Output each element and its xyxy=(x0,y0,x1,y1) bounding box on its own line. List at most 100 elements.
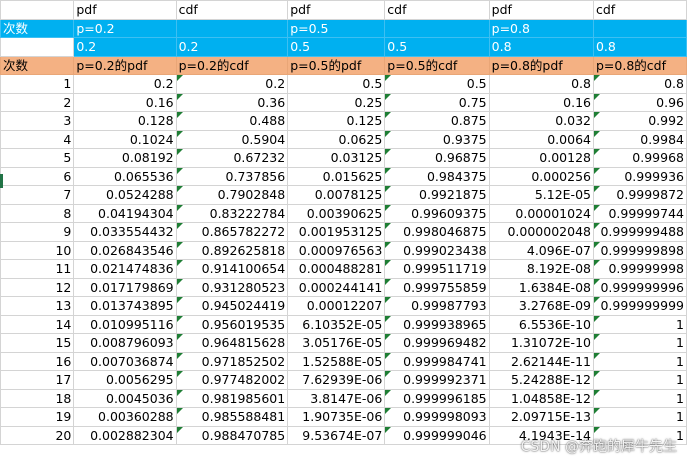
cell[interactable]: 16 xyxy=(0,351,75,371)
cell[interactable]: 0.945024419 xyxy=(175,296,289,316)
cell[interactable]: pdf xyxy=(488,0,594,20)
cell[interactable]: p=0.5 xyxy=(287,18,386,38)
cell[interactable]: 0.2 xyxy=(73,74,177,94)
cell[interactable]: 19 xyxy=(0,407,75,427)
cell[interactable]: 0.914100654 xyxy=(175,259,289,279)
cell[interactable]: 0.000256 xyxy=(488,166,594,186)
cell[interactable]: 0.99968 xyxy=(592,148,687,168)
cell[interactable]: 1 xyxy=(592,388,687,408)
cell[interactable]: 5 xyxy=(0,148,75,168)
cell[interactable]: 0.981985601 xyxy=(175,388,289,408)
cell[interactable]: p=0.2 xyxy=(73,18,177,38)
cell[interactable]: 0.032 xyxy=(488,111,594,131)
cell[interactable]: 1 xyxy=(592,370,687,390)
cell[interactable]: 3.8147E-06 xyxy=(287,388,386,408)
cell[interactable]: 0.99609375 xyxy=(384,203,490,223)
cell[interactable]: 15 xyxy=(0,333,75,353)
cell[interactable]: 1.52588E-05 xyxy=(287,351,386,371)
cell[interactable]: 0.00390625 xyxy=(287,203,386,223)
cell[interactable]: 1 xyxy=(592,407,687,427)
cell[interactable]: 2 xyxy=(0,92,75,112)
cell[interactable]: 0.892625818 xyxy=(175,240,289,260)
cell[interactable]: 0.99987793 xyxy=(384,296,490,316)
cell[interactable]: 0.8 xyxy=(488,74,594,94)
cell[interactable]: 0.988470785 xyxy=(175,425,289,445)
cell[interactable]: 0.0078125 xyxy=(287,185,386,205)
cell[interactable]: 1.90735E-06 xyxy=(287,407,386,427)
cell[interactable]: 0.033554432 xyxy=(73,222,177,242)
cell[interactable]: 0.999511719 xyxy=(384,259,490,279)
cell[interactable]: 0.065536 xyxy=(73,166,177,186)
cell[interactable]: 0.008796093 xyxy=(73,333,177,353)
cell[interactable]: 0.0524288 xyxy=(73,185,177,205)
cell[interactable]: 0.488 xyxy=(175,111,289,131)
cell[interactable]: 10 xyxy=(0,240,75,260)
cell[interactable]: 0.000002048 xyxy=(488,222,594,242)
cell[interactable]: 2.62144E-11 xyxy=(488,351,594,371)
cell[interactable]: 0.99999744 xyxy=(592,203,687,223)
cell[interactable]: 0.999999996 xyxy=(592,277,687,297)
cell[interactable]: 0.001953125 xyxy=(287,222,386,242)
cell[interactable]: 0.865782272 xyxy=(175,222,289,242)
cell[interactable]: 0.8 xyxy=(592,74,687,94)
cell[interactable]: 0.1024 xyxy=(73,129,177,149)
cell[interactable]: 0.00012207 xyxy=(287,296,386,316)
cell[interactable]: 1 xyxy=(592,314,687,334)
cell[interactable]: 0.67232 xyxy=(175,148,289,168)
cell[interactable]: 0.16 xyxy=(488,92,594,112)
cell[interactable]: 0.0064 xyxy=(488,129,594,149)
cell[interactable]: 0.017179869 xyxy=(73,277,177,297)
cell[interactable] xyxy=(592,18,687,38)
cell[interactable]: 0.00360288 xyxy=(73,407,177,427)
cell[interactable]: p=0.8的cdf xyxy=(592,55,687,75)
cell[interactable]: 0.999938965 xyxy=(384,314,490,334)
cell[interactable]: 0.128 xyxy=(73,111,177,131)
cell[interactable]: 0.75 xyxy=(384,92,490,112)
cell[interactable]: 0.04194304 xyxy=(73,203,177,223)
cell[interactable]: 0.999023438 xyxy=(384,240,490,260)
cell[interactable]: 0.964815628 xyxy=(175,333,289,353)
cell[interactable] xyxy=(384,18,490,38)
cell[interactable]: 0.999984741 xyxy=(384,351,490,371)
cell[interactable] xyxy=(175,18,289,38)
cell[interactable]: 0.8 xyxy=(488,37,594,57)
cell[interactable]: pdf xyxy=(73,0,177,20)
cell[interactable]: 0.015625 xyxy=(287,166,386,186)
cell[interactable]: p=0.5的pdf xyxy=(287,55,386,75)
cell[interactable]: 0.999936 xyxy=(592,166,687,186)
cell[interactable]: 1.31072E-10 xyxy=(488,333,594,353)
cell[interactable]: cdf xyxy=(592,0,687,20)
cell[interactable]: 0.985588481 xyxy=(175,407,289,427)
cell[interactable]: cdf xyxy=(175,0,289,20)
cell[interactable]: 9.53674E-07 xyxy=(287,425,386,445)
cell[interactable]: 1.04858E-12 xyxy=(488,388,594,408)
cell[interactable]: 0.010995116 xyxy=(73,314,177,334)
cell[interactable]: 0.125 xyxy=(287,111,386,131)
cell[interactable]: 0.984375 xyxy=(384,166,490,186)
cell[interactable]: 0.999996185 xyxy=(384,388,490,408)
cell[interactable]: 0.0045036 xyxy=(73,388,177,408)
cell[interactable]: 0.5904 xyxy=(175,129,289,149)
cell[interactable]: 17 xyxy=(0,370,75,390)
cell[interactable]: 7.62939E-06 xyxy=(287,370,386,390)
cell[interactable]: 4 xyxy=(0,129,75,149)
cell[interactable]: 0.999999999 xyxy=(592,296,687,316)
cell[interactable]: 18 xyxy=(0,388,75,408)
cell[interactable]: 0.875 xyxy=(384,111,490,131)
cell[interactable]: cdf xyxy=(384,0,490,20)
cell[interactable]: 2.09715E-13 xyxy=(488,407,594,427)
cell[interactable]: 9 xyxy=(0,222,75,242)
cell[interactable]: p=0.2的pdf xyxy=(73,55,177,75)
cell[interactable]: 0.9375 xyxy=(384,129,490,149)
cell[interactable]: 0.002882304 xyxy=(73,425,177,445)
cell[interactable] xyxy=(0,0,75,20)
cell[interactable]: 0.83222784 xyxy=(175,203,289,223)
cell[interactable]: 0.36 xyxy=(175,92,289,112)
cell[interactable]: 0.999755859 xyxy=(384,277,490,297)
cell[interactable]: 0.026843546 xyxy=(73,240,177,260)
cell[interactable]: 0.999998093 xyxy=(384,407,490,427)
cell[interactable]: 6.5536E-10 xyxy=(488,314,594,334)
cell[interactable]: 12 xyxy=(0,277,75,297)
cell[interactable]: 0.9999872 xyxy=(592,185,687,205)
cell[interactable]: 6.10352E-05 xyxy=(287,314,386,334)
